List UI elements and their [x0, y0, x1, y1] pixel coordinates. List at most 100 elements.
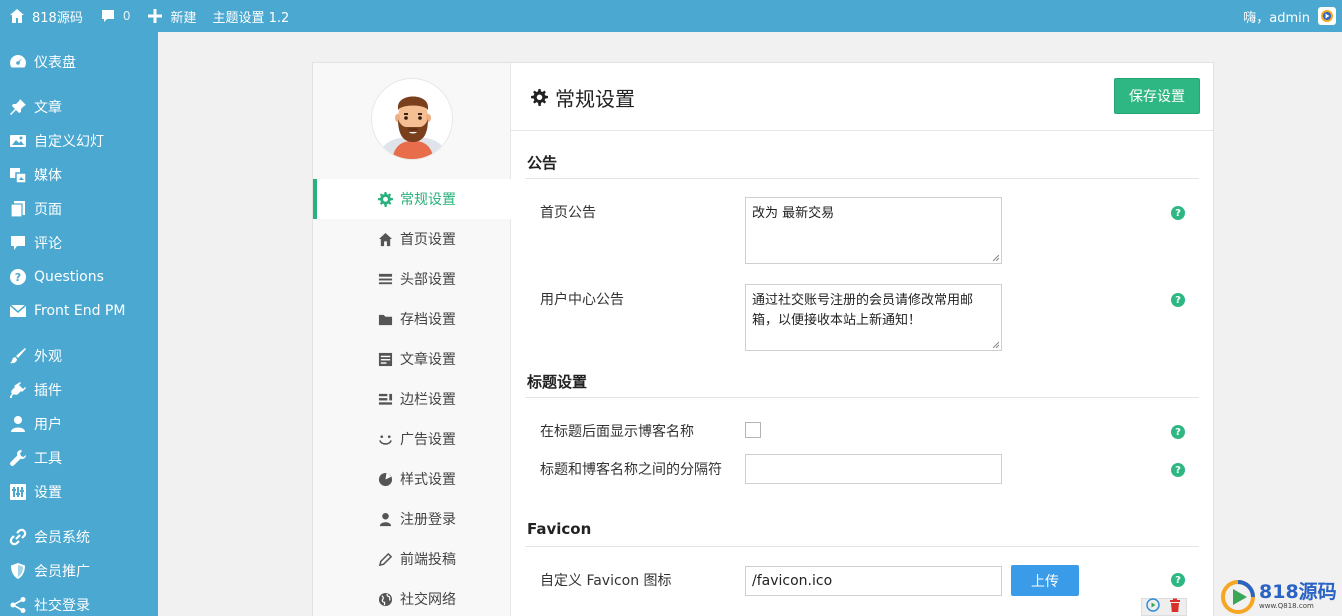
theme-settings-panel: 常规设置 首页设置 头部设置 存档设置 文章设置 边栏设置 广告设置 样式设置 …: [312, 62, 1214, 616]
sidebar-item-questions[interactable]: ? Questions: [0, 260, 158, 294]
mail-icon: [8, 301, 28, 321]
help-icon[interactable]: ?: [1171, 293, 1185, 307]
media-icon: [8, 165, 28, 185]
sidebar-item-front-end-pm[interactable]: Front End PM: [0, 294, 158, 328]
help-icon[interactable]: ?: [1171, 206, 1185, 220]
home-announcement-value: 改为 最新交易: [752, 206, 835, 221]
sidebar-item-label: 仪表盘: [34, 55, 76, 71]
user-center-announcement-textarea[interactable]: 通过社交账号注册的会员请修改常用邮箱，以便接收本站上新通知！: [745, 284, 1002, 351]
show-blog-name-checkbox[interactable]: [745, 422, 761, 438]
sidebar-item-label: 社交登录: [34, 598, 90, 614]
sidebar-item-label: 用户: [34, 417, 62, 433]
svg-text:?: ?: [15, 271, 21, 284]
comments-link[interactable]: 0: [91, 0, 139, 32]
sidebar-item-label: 页面: [34, 202, 62, 218]
gear-icon: [531, 88, 549, 107]
show-blog-name-label: 在标题后面显示博客名称: [540, 424, 694, 440]
settings-icon: [8, 482, 28, 502]
sidebar-item-social-login[interactable]: 社交登录: [0, 588, 158, 616]
question-icon: ?: [8, 267, 28, 287]
comments-count: 0: [122, 9, 131, 23]
new-label: 新建: [170, 10, 197, 26]
section-divider: [525, 546, 1199, 547]
sidebar-item-label: 外观: [34, 349, 62, 365]
favicon-value: /favicon.ico: [752, 573, 833, 589]
plugin-icon: [8, 380, 28, 400]
sidebar-item-posts[interactable]: 文章: [0, 90, 158, 124]
sidebar-item-dashboard[interactable]: 仪表盘: [0, 45, 158, 79]
sidebar-item-affiliate[interactable]: 会员推广: [0, 554, 158, 588]
help-icon[interactable]: ?: [1171, 425, 1185, 439]
sidebar-item-comments[interactable]: 评论: [0, 226, 158, 260]
comment-icon: [99, 7, 117, 25]
section-title-favicon: Favicon: [527, 520, 592, 538]
settings-nav-label: 首页设置: [400, 232, 456, 248]
section-divider: [525, 178, 1199, 179]
new-content-link[interactable]: 新建: [138, 0, 204, 32]
section-title-title-settings: 标题设置: [527, 373, 588, 391]
page-title-text: 常规设置: [555, 87, 635, 111]
wrench-icon: [8, 448, 28, 468]
theme-settings-link[interactable]: 主题设置 1.2: [204, 0, 297, 32]
site-watermark: 818源码 www.Q818.com: [1220, 577, 1340, 616]
sidebar-item-users[interactable]: 用户: [0, 407, 158, 441]
help-icon[interactable]: ?: [1171, 573, 1185, 587]
user-icon: [8, 414, 28, 434]
settings-nav-label: 广告设置: [400, 432, 456, 448]
account-menu[interactable]: 嗨，admin: [1235, 0, 1342, 32]
sidebar-item-media[interactable]: 媒体: [0, 158, 158, 192]
settings-nav-label: 样式设置: [400, 472, 456, 488]
sidebar-item-settings[interactable]: 设置: [0, 475, 158, 509]
comment-icon: [8, 233, 28, 253]
home-announcement-textarea[interactable]: 改为 最新交易: [745, 197, 1002, 264]
sidebar-item-pages[interactable]: 页面: [0, 192, 158, 226]
settings-header: 常规设置 保存设置: [511, 63, 1213, 131]
settings-nav-register[interactable]: 注册登录: [313, 499, 511, 539]
sidebar-item-label: 文章: [34, 100, 62, 116]
play-icon[interactable]: [1146, 598, 1160, 616]
article-icon: [377, 351, 393, 367]
settings-nav-label: 存档设置: [400, 312, 456, 328]
sidebar-item-label: 设置: [34, 485, 62, 501]
resize-handle-icon[interactable]: [992, 341, 999, 348]
settings-nav-label: 注册登录: [400, 512, 456, 528]
sidebar-item-tools[interactable]: 工具: [0, 441, 158, 475]
pencil-icon: [377, 551, 393, 567]
settings-nav-style[interactable]: 样式设置: [313, 459, 511, 499]
settings-nav-general[interactable]: 常规设置: [313, 179, 511, 219]
brush-icon: [8, 346, 28, 366]
settings-nav-submit[interactable]: 前端投稿: [313, 539, 511, 579]
help-icon[interactable]: ?: [1171, 463, 1185, 477]
settings-nav: 常规设置 首页设置 头部设置 存档设置 文章设置 边栏设置 广告设置 样式设置 …: [313, 179, 511, 616]
greeting: 嗨，admin: [1243, 10, 1310, 26]
gear-icon: [377, 191, 393, 207]
sidebar-item-slides[interactable]: 自定义幻灯: [0, 124, 158, 158]
settings-nav-home[interactable]: 首页设置: [313, 219, 511, 259]
settings-nav-header[interactable]: 头部设置: [313, 259, 511, 299]
sidebar-item-appearance[interactable]: 外观: [0, 339, 158, 373]
settings-nav-label: 文章设置: [400, 352, 456, 368]
pin-icon: [8, 97, 28, 117]
settings-nav-article[interactable]: 文章设置: [313, 339, 511, 379]
watermark-brand: 818源码: [1259, 581, 1337, 603]
sidebar-item-label: 评论: [34, 236, 62, 252]
settings-nav-sidebar[interactable]: 边栏设置: [313, 379, 511, 419]
play-logo-icon: [1221, 579, 1255, 614]
site-home-link[interactable]: 818源码: [0, 0, 91, 32]
trash-icon[interactable]: [1168, 598, 1182, 616]
sidebar-item-label: Questions: [34, 269, 104, 285]
sidebar-item-membership[interactable]: 会员系统: [0, 520, 158, 554]
settings-nav-social[interactable]: 社交网络: [313, 579, 511, 616]
header-icon: [377, 271, 393, 287]
sidebar-item-plugins[interactable]: 插件: [0, 373, 158, 407]
home-announcement-label: 首页公告: [540, 205, 596, 221]
upload-favicon-button[interactable]: 上传: [1011, 565, 1079, 596]
dashboard-icon: [8, 52, 28, 72]
save-settings-button[interactable]: 保存设置: [1114, 78, 1200, 114]
favicon-input[interactable]: /favicon.ico: [745, 566, 1002, 596]
sidebar-item-label: 自定义幻灯: [34, 134, 104, 150]
settings-nav-ads[interactable]: 广告设置: [313, 419, 511, 459]
settings-nav-archive[interactable]: 存档设置: [313, 299, 511, 339]
resize-handle-icon[interactable]: [992, 254, 999, 261]
title-separator-input[interactable]: [745, 454, 1002, 484]
